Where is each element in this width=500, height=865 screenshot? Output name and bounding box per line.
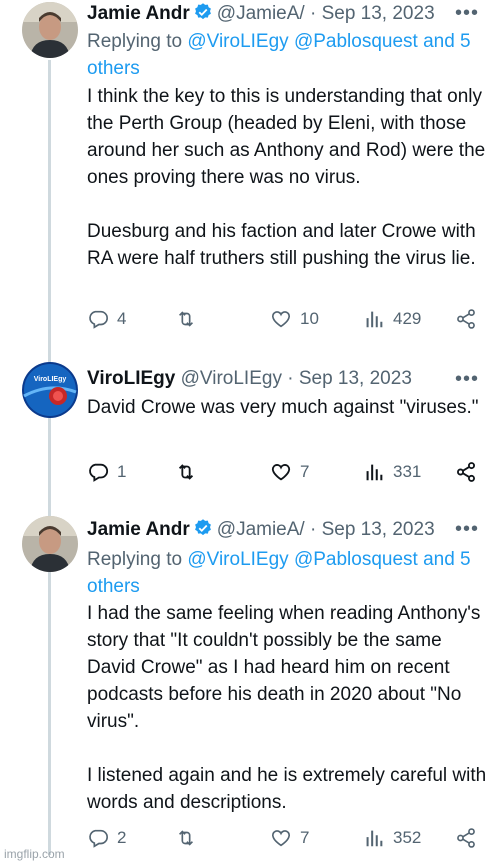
watermark: imgflip.com [4, 847, 65, 861]
replying-prefix: Replying to [87, 549, 188, 570]
reply-button[interactable]: 2 [87, 827, 126, 849]
more-icon[interactable]: ••• [455, 2, 479, 25]
like-count: 10 [300, 309, 319, 328]
views-icon [366, 311, 383, 328]
avatar[interactable]: ViroLIEgy [22, 362, 78, 418]
action-bar: 2 7 352 [0, 827, 500, 857]
author-handle[interactable]: @ViroLIEgy [181, 368, 282, 389]
tweet-body: I think the key to this is understanding… [87, 86, 486, 269]
like-button[interactable]: 7 [270, 827, 309, 849]
verified-icon [193, 518, 213, 544]
tweet-2[interactable]: ViroLIEgy ViroLIEgy @ViroLIEgy · Sep 13,… [0, 358, 500, 498]
replying-others[interactable]: others [87, 576, 140, 597]
replying-others[interactable]: others [87, 58, 140, 79]
avatar-label: ViroLIEgy [34, 376, 67, 383]
tweet-date[interactable]: · Sep 13, 2023 [310, 3, 435, 24]
tweet-header: Jamie Andr @JamieA/ · Sep 13, 2023 [87, 2, 435, 28]
like-icon [271, 464, 291, 481]
author-name[interactable]: Jamie Andr [87, 519, 190, 540]
like-icon [271, 830, 291, 847]
share-icon [457, 309, 475, 329]
replying-prefix: Replying to [87, 31, 188, 52]
action-bar: 4 10 429 [0, 308, 500, 338]
reply-button[interactable]: 1 [87, 461, 126, 483]
replying-mentions[interactable]: @ViroLIEgy @Pablosquest and 5 [187, 31, 470, 52]
tweet-3[interactable]: Jamie Andr @JamieA/ · Sep 13, 2023 ••• Re… [0, 514, 500, 865]
tweet-date[interactable]: · Sep 13, 2023 [287, 368, 412, 389]
retweet-icon [178, 830, 194, 846]
reply-button[interactable]: 4 [87, 308, 126, 330]
like-button[interactable]: 7 [270, 461, 309, 483]
author-name[interactable]: ViroLIEgy [87, 368, 175, 389]
more-icon[interactable]: ••• [455, 518, 479, 541]
retweet-button[interactable] [175, 827, 205, 849]
views-count: 429 [393, 309, 422, 328]
retweet-button[interactable] [175, 308, 205, 330]
retweet-icon [178, 311, 194, 327]
tweet-1[interactable]: Jamie Andr @JamieA/ · Sep 13, 2023 ••• Re… [0, 0, 500, 350]
avatar[interactable] [22, 2, 78, 58]
more-icon[interactable]: ••• [455, 368, 479, 391]
verified-icon [193, 2, 213, 28]
like-count: 7 [300, 828, 310, 847]
reply-icon [89, 829, 108, 848]
tweet-header: ViroLIEgy @ViroLIEgy · Sep 13, 2023 [87, 368, 412, 390]
views-button[interactable]: 429 [363, 308, 421, 330]
replying-to: Replying to @ViroLIEgy @Pablosquest and … [87, 28, 482, 82]
author-handle[interactable]: @JamieA/ [217, 3, 305, 24]
author-handle[interactable]: @JamieA/ [217, 519, 305, 540]
like-button[interactable]: 10 [270, 308, 319, 330]
share-icon [457, 828, 475, 848]
author-name[interactable]: Jamie Andr [87, 3, 190, 24]
avatar[interactable] [22, 516, 78, 572]
retweet-icon [178, 464, 194, 480]
share-button[interactable] [455, 308, 477, 330]
views-count: 331 [393, 462, 422, 481]
views-icon [366, 830, 383, 847]
share-button[interactable] [455, 461, 477, 483]
share-button[interactable] [455, 827, 477, 849]
like-count: 7 [300, 462, 310, 481]
views-icon [366, 464, 383, 481]
reply-icon [89, 310, 108, 329]
reply-count: 1 [117, 462, 127, 481]
like-icon [271, 311, 291, 328]
reply-count: 4 [117, 309, 127, 328]
views-count: 352 [393, 828, 422, 847]
tweet-body: I had the same feeling when reading Anth… [87, 603, 487, 813]
views-button[interactable]: 331 [363, 461, 421, 483]
retweet-button[interactable] [175, 461, 205, 483]
action-bar: 1 7 331 [0, 461, 500, 491]
views-button[interactable]: 352 [363, 827, 421, 849]
tweet-date[interactable]: · Sep 13, 2023 [310, 519, 435, 540]
share-icon [457, 462, 475, 482]
tweet-body: David Crowe was very much against "virus… [87, 397, 479, 418]
tweet-header: Jamie Andr @JamieA/ · Sep 13, 2023 [87, 518, 435, 544]
reply-count: 2 [117, 828, 127, 847]
replying-mentions[interactable]: @ViroLIEgy @Pablosquest and 5 [187, 549, 470, 570]
reply-icon [89, 463, 109, 482]
replying-to: Replying to @ViroLIEgy @Pablosquest and … [87, 546, 482, 600]
